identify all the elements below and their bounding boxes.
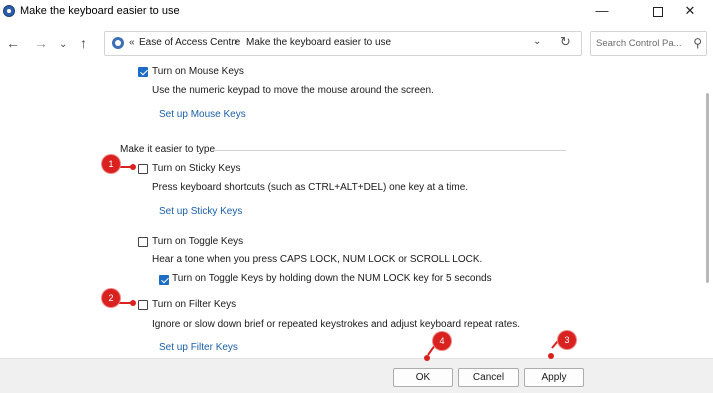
apply-button[interactable]: Apply [524,368,584,387]
search-input[interactable]: Search Control Pa... ⚲ [590,31,707,56]
sticky-keys-description: Press keyboard shortcuts (such as CTRL+A… [152,182,469,193]
back-button[interactable]: ← [6,35,20,51]
marker-4-dot [424,355,430,361]
marker-3-dot [548,353,554,359]
refresh-icon[interactable]: ↻ [560,34,571,50]
address-bar[interactable]: « Ease of Access Centre › Make the keybo… [104,31,582,56]
control-panel-icon [112,37,124,49]
window-title: Make the keyboard easier to use [20,5,180,17]
recent-locations-button[interactable]: ⌄ [59,37,67,53]
navigation-bar: ← → ⌄ ↑ « Ease of Access Centre › Make t… [0,25,713,63]
marker-3: 3 [558,331,576,349]
title-bar: Make the keyboard easier to use — ✕ [0,0,713,25]
breadcrumb-ease-of-access[interactable]: Ease of Access Centre [139,37,240,48]
section-heading: Make it easier to type [120,144,216,155]
setup-mouse-keys-link[interactable]: Set up Mouse Keys [159,109,246,120]
filter-keys-label[interactable]: Turn on Filter Keys [152,299,236,310]
minimize-button[interactable]: — [580,0,624,24]
marker-2-dot [130,300,136,306]
setup-sticky-keys-link[interactable]: Set up Sticky Keys [159,206,242,217]
toggle-keys-label[interactable]: Turn on Toggle Keys [152,236,243,247]
mouse-keys-checkbox[interactable] [138,67,148,77]
maximize-icon [653,7,663,17]
settings-content [0,63,713,358]
marker-2: 2 [102,289,120,307]
sticky-keys-checkbox[interactable] [138,164,148,174]
filter-keys-checkbox[interactable] [138,300,148,310]
control-panel-icon [3,5,15,17]
toggle-keys-numlock-checkbox[interactable] [159,275,169,285]
breadcrumb-overflow[interactable]: « [129,37,135,48]
vertical-scrollbar[interactable] [703,63,711,358]
filter-keys-description: Ignore or slow down brief or repeated ke… [152,319,520,330]
chevron-down-icon[interactable]: ⌄ [533,36,541,47]
breadcrumb-current[interactable]: Make the keyboard easier to use [246,37,391,48]
mouse-keys-label[interactable]: Turn on Mouse Keys [152,66,244,77]
scrollbar-thumb[interactable] [706,93,709,283]
marker-1-dot [130,164,136,170]
cancel-button[interactable]: Cancel [458,368,519,387]
sticky-keys-label[interactable]: Turn on Sticky Keys [152,163,241,174]
marker-1: 1 [102,155,120,173]
close-button[interactable]: ✕ [668,0,712,24]
up-button[interactable]: ↑ [80,35,87,51]
forward-button[interactable]: → [34,35,48,51]
toggle-keys-description: Hear a tone when you press CAPS LOCK, NU… [152,254,483,265]
ok-button[interactable]: OK [393,368,453,387]
search-icon[interactable]: ⚲ [693,36,702,50]
dialog-button-bar: OK Cancel Apply [0,358,713,393]
setup-filter-keys-link[interactable]: Set up Filter Keys [159,342,238,353]
section-divider [214,150,566,151]
marker-4: 4 [433,332,451,350]
search-placeholder: Search Control Pa... [596,38,682,49]
chevron-right-icon[interactable]: › [234,36,238,48]
toggle-keys-numlock-label[interactable]: Turn on Toggle Keys by holding down the … [172,273,492,284]
toggle-keys-checkbox[interactable] [138,237,148,247]
mouse-keys-description: Use the numeric keypad to move the mouse… [152,85,434,96]
